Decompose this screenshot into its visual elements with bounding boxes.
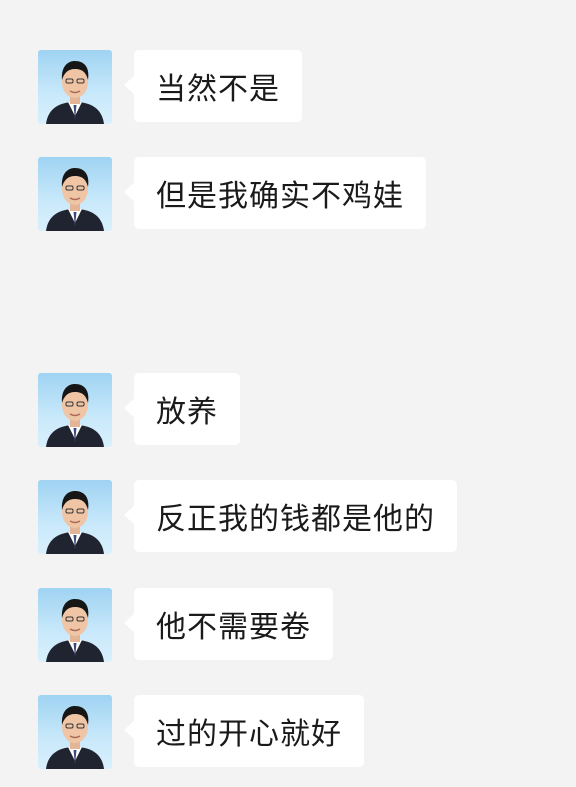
man-in-suit-avatar-icon	[46, 61, 104, 124]
man-in-suit-avatar-icon	[46, 491, 104, 554]
message-bubble[interactable]: 放养	[124, 373, 240, 445]
message-text: 过的开心就好	[156, 717, 342, 752]
avatar[interactable]	[38, 588, 112, 662]
message-text: 放养	[156, 395, 218, 430]
man-in-suit-avatar-icon	[46, 384, 104, 447]
message-bubble[interactable]: 过的开心就好	[124, 695, 364, 767]
message-text: 反正我的钱都是他的	[156, 502, 435, 537]
message-bubble[interactable]: 他不需要卷	[124, 588, 333, 660]
message-bubble[interactable]: 但是我确实不鸡娃	[124, 157, 426, 229]
man-in-suit-avatar-icon	[46, 599, 104, 662]
message-text: 但是我确实不鸡娃	[156, 179, 404, 214]
chat-window: 当然不是 但是我确实不鸡娃 放养 反正我的钱都是他的 他不需要卷 过的开心就好	[0, 0, 576, 787]
avatar[interactable]	[38, 373, 112, 447]
avatar[interactable]	[38, 157, 112, 231]
man-in-suit-avatar-icon	[46, 168, 104, 231]
man-in-suit-avatar-icon	[46, 706, 104, 769]
avatar[interactable]	[38, 695, 112, 769]
message-bubble[interactable]: 当然不是	[124, 50, 302, 122]
message-text: 他不需要卷	[156, 610, 311, 645]
message-bubble[interactable]: 反正我的钱都是他的	[124, 480, 457, 552]
avatar[interactable]	[38, 480, 112, 554]
message-text: 当然不是	[156, 72, 280, 107]
avatar[interactable]	[38, 50, 112, 124]
